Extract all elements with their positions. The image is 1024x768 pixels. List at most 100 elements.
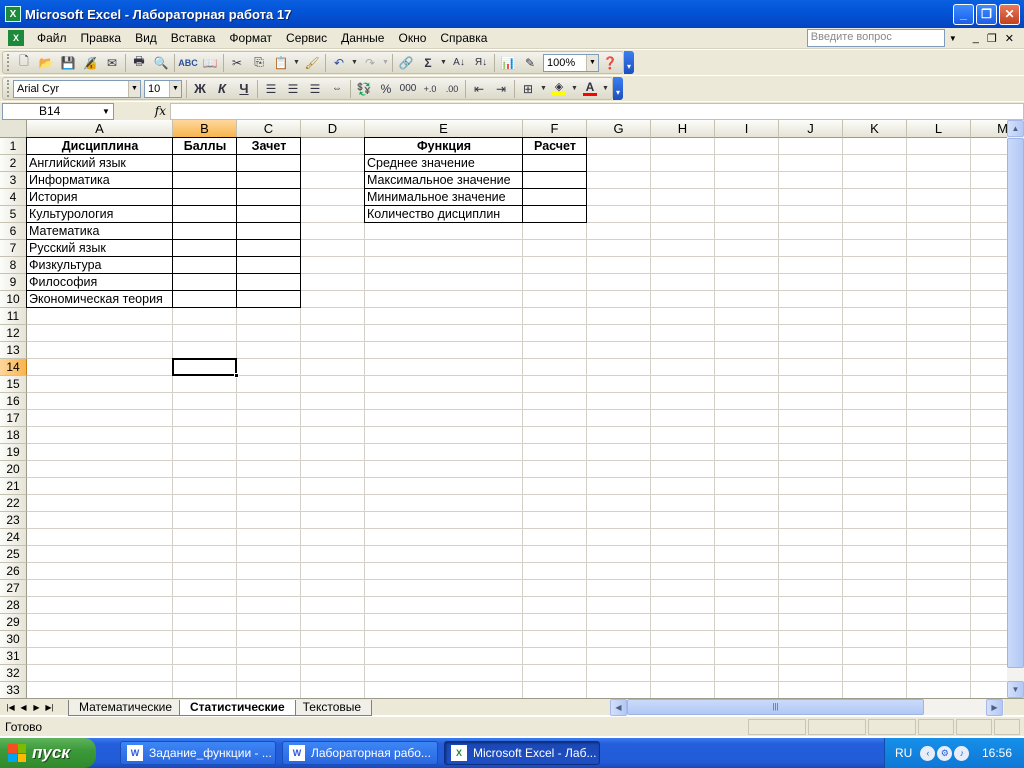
menu-item[interactable]: Справка [433, 31, 494, 45]
research-icon[interactable]: 📖 [199, 53, 221, 73]
selected-cell-outline[interactable] [172, 358, 237, 376]
insert-function-icon[interactable]: fx [114, 104, 170, 118]
menu-item[interactable]: Сервис [279, 31, 334, 45]
discipline-cell[interactable]: Русский язык [27, 240, 173, 257]
column-header-a[interactable]: A [27, 120, 173, 138]
discipline-cell[interactable]: Культурология [27, 206, 173, 223]
menu-item[interactable]: Файл [30, 31, 74, 45]
worksheet-grid[interactable]: A B C D E F G H I J K L M 1 2 3 4 5 6 7 8 9 10 11 12 13 14 15 16 17 18… [0, 120, 1007, 698]
comma-style-button[interactable]: 000 [397, 79, 419, 99]
new-document-icon[interactable]: 🗋 [13, 53, 35, 73]
paste-icon[interactable]: 📋 [270, 53, 292, 73]
row-header[interactable]: 4 [0, 189, 27, 206]
tray-network-icon[interactable]: ⚙ [937, 745, 953, 761]
align-left-icon[interactable]: ☰ [260, 79, 282, 99]
undo-dropdown-icon[interactable]: ▼ [350, 59, 359, 66]
toolbar-options-icon[interactable]: ▾ [624, 51, 634, 74]
row-header[interactable]: 32 [0, 665, 27, 682]
taskbar-button[interactable]: W Лабораторная рабо... [282, 741, 438, 765]
header-calc[interactable]: Расчет [523, 138, 587, 155]
taskbar-button[interactable]: W Задание_функции - ... [120, 741, 276, 765]
borders-icon[interactable]: ⊞ [517, 79, 539, 99]
next-sheet-icon[interactable]: ▶ [30, 700, 43, 715]
font-size-select[interactable]: 10 ▼ [144, 79, 182, 98]
discipline-cell[interactable]: Экономическая теория [27, 291, 173, 308]
bold-button[interactable]: Ж [189, 79, 211, 99]
drawing-icon[interactable]: ✎ [519, 53, 541, 73]
column-header-l[interactable]: L [907, 120, 971, 138]
menu-item[interactable]: Вид [128, 31, 164, 45]
row-header[interactable]: 18 [0, 427, 27, 444]
spelling-icon[interactable]: ABC [177, 53, 199, 73]
select-all-corner[interactable] [0, 120, 27, 138]
redo-icon[interactable]: ↷ [359, 53, 381, 73]
function-cell[interactable]: Максимальное значение [365, 172, 523, 189]
autosum-dropdown-icon[interactable]: ▼ [439, 59, 448, 66]
email-icon[interactable]: ✉ [101, 53, 123, 73]
function-cell[interactable]: Минимальное значение [365, 189, 523, 206]
row-header[interactable]: 1 [0, 138, 27, 155]
excel-app-icon[interactable]: X [5, 6, 21, 22]
percent-style-button[interactable]: % [375, 79, 397, 99]
merge-center-icon[interactable]: ⇔ [326, 79, 348, 99]
zoom-dropdown-icon[interactable]: ▼ [586, 54, 598, 71]
row-header[interactable]: 19 [0, 444, 27, 461]
row-header[interactable]: 28 [0, 597, 27, 614]
increase-indent-icon[interactable]: ⇥ [490, 79, 512, 99]
column-header-f[interactable]: F [523, 120, 587, 138]
discipline-cell[interactable]: Физкультура [27, 257, 173, 274]
header-credit[interactable]: Зачет [237, 138, 301, 155]
menu-item[interactable]: Данные [334, 31, 391, 45]
hyperlink-icon[interactable]: 🔗 [395, 53, 417, 73]
row-header[interactable]: 33 [0, 682, 27, 698]
sort-descending-icon[interactable]: Я↓ [470, 53, 492, 73]
fill-handle[interactable] [234, 373, 239, 378]
scroll-left-icon[interactable]: ◀ [610, 699, 627, 716]
column-header-h[interactable]: H [651, 120, 715, 138]
decrease-indent-icon[interactable]: ⇤ [468, 79, 490, 99]
row-header[interactable]: 29 [0, 614, 27, 631]
workbook-minimize-icon[interactable]: _ [969, 32, 983, 44]
function-cell[interactable]: Количество дисциплин [365, 206, 523, 223]
print-icon[interactable]: 🖶 [128, 53, 150, 73]
row-header[interactable]: 15 [0, 376, 27, 393]
prev-sheet-icon[interactable]: ◀ [17, 700, 30, 715]
column-header-j[interactable]: J [779, 120, 843, 138]
undo-icon[interactable]: ↶ [328, 53, 350, 73]
start-button[interactable]: пуск [0, 738, 96, 768]
paste-dropdown-icon[interactable]: ▼ [292, 59, 301, 66]
name-box[interactable]: B14 ▼ [2, 102, 114, 120]
row-header[interactable]: 13 [0, 342, 27, 359]
title-bar[interactable]: X Microsoft Excel - Лабораторная работа … [0, 0, 1024, 28]
last-sheet-icon[interactable]: ▶| [43, 700, 56, 715]
row-header[interactable]: 27 [0, 580, 27, 597]
scroll-down-icon[interactable]: ▼ [1007, 681, 1024, 698]
tray-back-icon[interactable]: ‹ [920, 745, 936, 761]
discipline-cell[interactable]: Информатика [27, 172, 173, 189]
ask-question-dropdown-icon[interactable]: ▼ [947, 29, 959, 47]
name-box-dropdown-icon[interactable]: ▼ [99, 104, 113, 119]
sheet-tab[interactable]: Статистические [179, 699, 296, 716]
scroll-right-icon[interactable]: ▶ [986, 699, 1003, 716]
header-discipline[interactable]: Дисциплина [27, 138, 173, 155]
decrease-decimal-icon[interactable]: .00 [441, 79, 463, 99]
row-header[interactable]: 3 [0, 172, 27, 189]
align-center-icon[interactable]: ☰ [282, 79, 304, 99]
font-color-dropdown-icon[interactable]: ▼ [601, 85, 610, 92]
sort-ascending-icon[interactable]: A↓ [448, 53, 470, 73]
currency-icon[interactable]: 💱 [353, 79, 375, 99]
sheet-tab[interactable]: Математические [68, 699, 183, 716]
column-header-k[interactable]: K [843, 120, 907, 138]
row-header[interactable]: 5 [0, 206, 27, 223]
help-icon[interactable]: ❓ [599, 53, 621, 73]
column-header-e[interactable]: E [365, 120, 523, 138]
column-header-b[interactable]: B [173, 120, 237, 138]
italic-button[interactable]: К [211, 79, 233, 99]
row-header[interactable]: 20 [0, 461, 27, 478]
font-name-dropdown-icon[interactable]: ▼ [128, 80, 140, 97]
taskbar-button[interactable]: X Microsoft Excel - Лаб... [444, 741, 600, 765]
row-header[interactable]: 14 [0, 359, 27, 376]
column-header-g[interactable]: G [587, 120, 651, 138]
open-folder-icon[interactable]: 📂 [35, 53, 57, 73]
row-header[interactable]: 24 [0, 529, 27, 546]
